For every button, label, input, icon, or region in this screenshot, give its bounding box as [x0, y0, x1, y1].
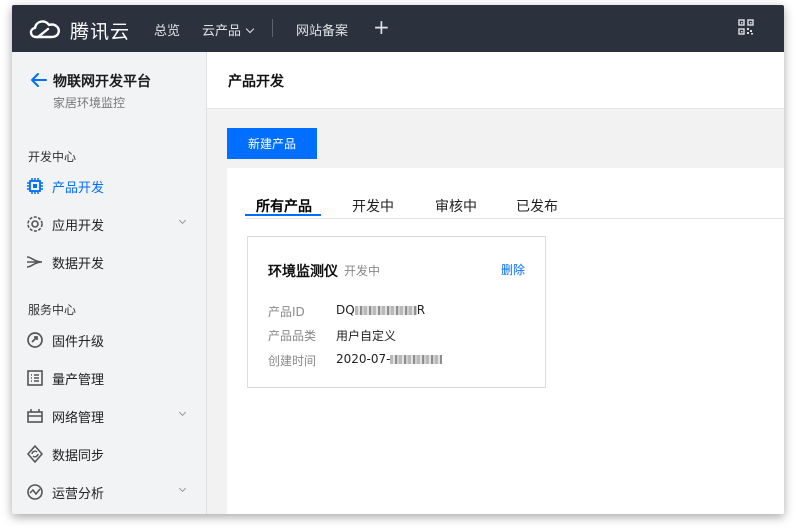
nav-products[interactable]: 云产品	[202, 20, 255, 39]
field-value: 2020-07-	[336, 352, 443, 366]
sidebar-item-label: 运营分析	[52, 487, 105, 502]
sidebar-item-data-sync[interactable]: 数据同步	[26, 442, 196, 466]
sidebar-item-label: 量产管理	[52, 373, 105, 388]
product-panel: 所有产品 开发中 审核中 已发布 环境监测仪 开发中 删除 产品ID DQ R 产…	[227, 168, 784, 514]
tab-in-development[interactable]: 开发中	[352, 196, 394, 216]
field-label: 产品品类	[268, 329, 317, 343]
main-content: 产品开发 新建产品 所有产品 开发中 审核中 已发布 环境监测仪 开发中 删除 …	[207, 52, 784, 514]
product-card[interactable]: 环境监测仪 开发中 删除 产品ID DQ R 产品品类 用户自定义 创建时间 20…	[247, 236, 546, 388]
app-icon	[27, 216, 43, 232]
chevron-down-icon	[178, 484, 187, 493]
field-label: 创建时间	[268, 354, 317, 368]
sidebar-item-mass-production[interactable]: 量产管理	[26, 366, 196, 390]
chevron-down-icon	[245, 24, 255, 34]
brand-name[interactable]: 腾讯云	[70, 17, 130, 44]
sidebar-item-label: 数据开发	[52, 257, 105, 272]
section-service-center: 服务中心	[28, 303, 77, 317]
qr-code-icon[interactable]	[738, 19, 754, 35]
project-name: 家居环境监控	[53, 96, 126, 110]
list-icon	[27, 370, 43, 386]
field-value: DQ R	[336, 303, 425, 317]
sidebar-item-firmware[interactable]: 固件升级	[26, 328, 196, 352]
analytics-icon	[27, 484, 43, 500]
sidebar-item-label: 网络管理	[52, 411, 105, 426]
network-icon	[27, 409, 43, 423]
data-flow-icon	[26, 256, 43, 268]
sidebar-item-analytics[interactable]: 运营分析	[26, 480, 196, 504]
nav-icp-filing[interactable]: 网站备案	[296, 20, 348, 39]
sidebar-item-app-dev[interactable]: 应用开发	[26, 212, 196, 236]
firmware-icon	[27, 332, 43, 348]
sidebar-item-label: 应用开发	[52, 219, 105, 234]
nav-divider	[272, 19, 273, 37]
chevron-down-icon	[178, 216, 187, 225]
new-product-button[interactable]: 新建产品	[227, 128, 317, 159]
sidebar-item-network[interactable]: 网络管理	[26, 404, 196, 428]
tab-published[interactable]: 已发布	[516, 196, 558, 216]
product-name: 环境监测仪	[268, 264, 338, 280]
add-shortcut-icon[interactable]: +	[373, 17, 390, 37]
tab-in-review[interactable]: 审核中	[435, 196, 477, 216]
product-id-suffix: R	[416, 303, 426, 317]
redacted-mask	[354, 306, 417, 315]
product-status: 开发中	[344, 264, 381, 278]
sidebar-item-label: 数据同步	[52, 449, 105, 464]
sidebar-item-data-dev[interactable]: 数据开发	[26, 250, 196, 274]
field-value: 用户自定义	[336, 329, 397, 343]
sync-icon	[27, 445, 43, 463]
nav-products-label: 云产品	[202, 24, 242, 39]
active-tab-indicator	[245, 214, 321, 216]
top-navbar: 腾讯云 总览 云产品 网站备案 +	[12, 5, 784, 52]
tab-all-products[interactable]: 所有产品	[256, 196, 312, 216]
product-tabs: 所有产品 开发中 审核中 已发布	[245, 192, 784, 219]
tencent-cloud-logo-icon[interactable]	[28, 17, 62, 41]
back-arrow-icon[interactable]	[30, 72, 48, 88]
section-dev-center: 开发中心	[28, 150, 77, 164]
sidebar-item-label: 产品开发	[52, 181, 105, 196]
chip-icon	[27, 178, 43, 194]
platform-title: 物联网开发平台	[53, 74, 151, 90]
sidebar-item-product-dev[interactable]: 产品开发	[26, 174, 196, 198]
sidebar-item-label: 固件升级	[52, 335, 105, 350]
chevron-down-icon	[178, 408, 187, 417]
console-window: 腾讯云 总览 云产品 网站备案 + 物联网开发平台 家居环境监控 开发中心 产品…	[12, 5, 784, 514]
field-label: 产品ID	[268, 305, 305, 319]
page-header: 产品开发	[207, 52, 784, 109]
product-id-prefix: DQ	[336, 303, 355, 317]
created-date-prefix: 2020-07-	[336, 352, 391, 366]
nav-overview[interactable]: 总览	[154, 20, 180, 39]
sidebar: 物联网开发平台 家居环境监控 开发中心 产品开发 应用开发 数据开发 服务中心 …	[12, 52, 207, 514]
redacted-mask	[390, 355, 443, 364]
delete-product-link[interactable]: 删除	[501, 261, 525, 278]
page-title: 产品开发	[228, 74, 284, 90]
